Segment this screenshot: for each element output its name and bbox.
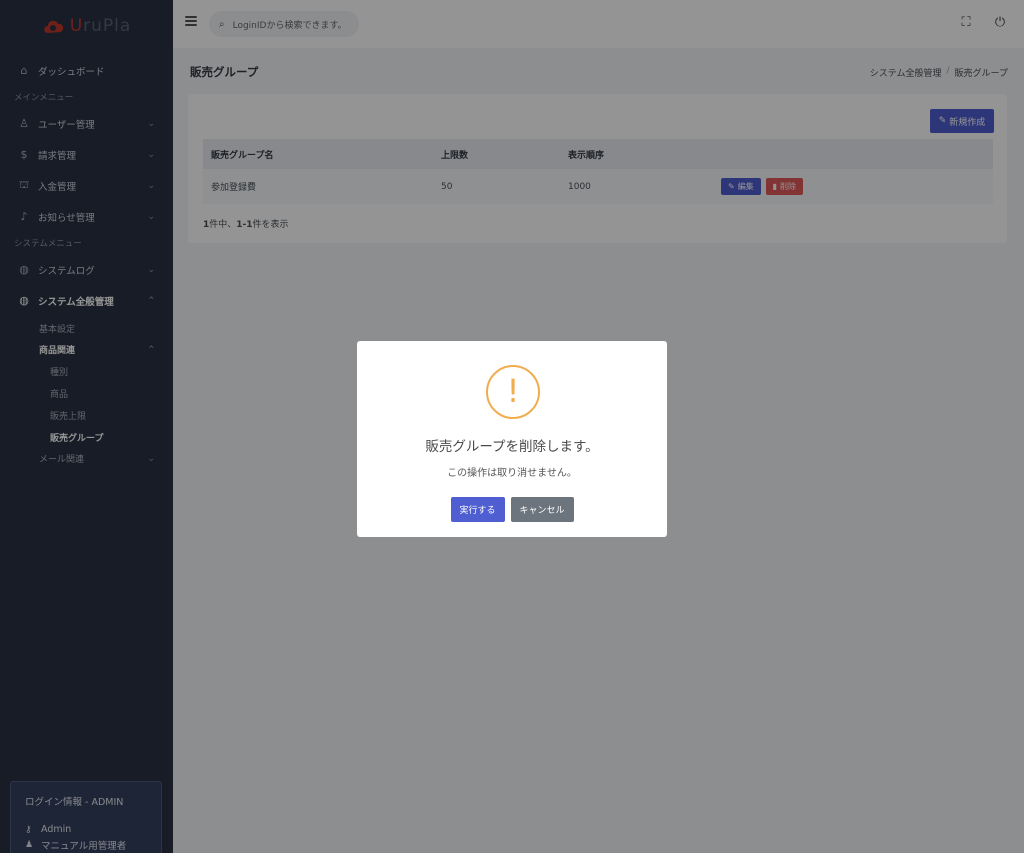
cancel-button[interactable]: キャンセル	[510, 497, 574, 522]
warning-icon: !	[486, 365, 540, 419]
dialog-title: 販売グループを削除します。	[425, 439, 599, 455]
delete-confirm-dialog: ! 販売グループを削除します。 この操作は取り消せません。 実行する キャンセル	[357, 341, 667, 537]
dialog-message: この操作は取り消せません。	[447, 468, 577, 479]
dialog-actions: 実行する キャンセル	[357, 497, 667, 522]
confirm-button[interactable]: 実行する	[450, 497, 505, 522]
